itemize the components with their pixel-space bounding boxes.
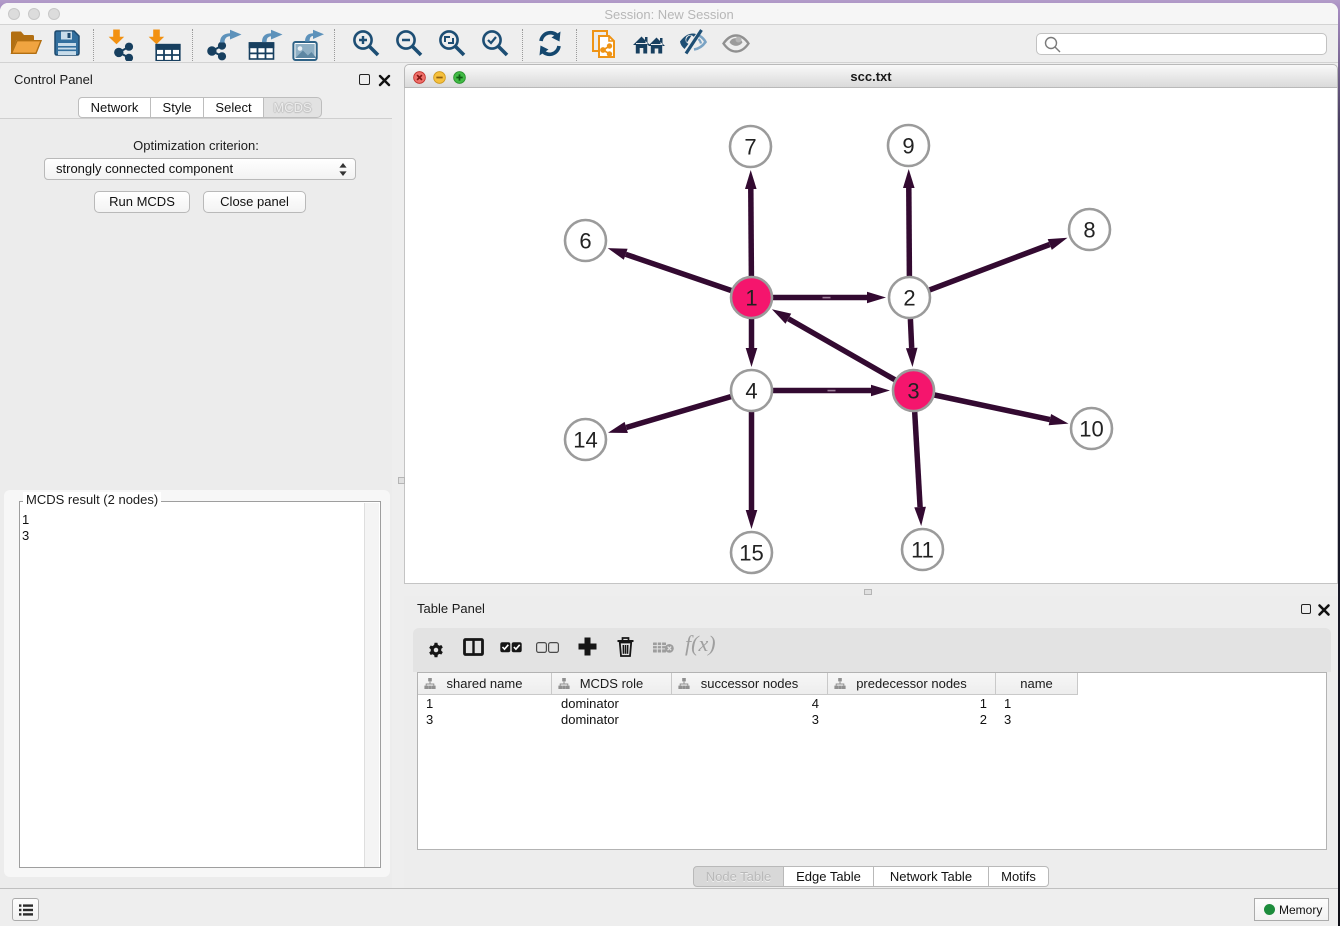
svg-text:2: 2 <box>903 286 915 311</box>
svg-text:11: 11 <box>911 538 934 563</box>
svg-text:14: 14 <box>573 428 597 453</box>
svg-text:8: 8 <box>1083 218 1095 243</box>
svg-text:7: 7 <box>744 135 756 160</box>
svg-text:6: 6 <box>579 229 591 254</box>
svg-text:4: 4 <box>745 379 757 404</box>
svg-text:9: 9 <box>902 134 914 159</box>
svg-text:15: 15 <box>739 541 763 566</box>
svg-text:10: 10 <box>1079 417 1103 442</box>
svg-text:3: 3 <box>907 379 919 404</box>
svg-text:1: 1 <box>745 286 757 311</box>
